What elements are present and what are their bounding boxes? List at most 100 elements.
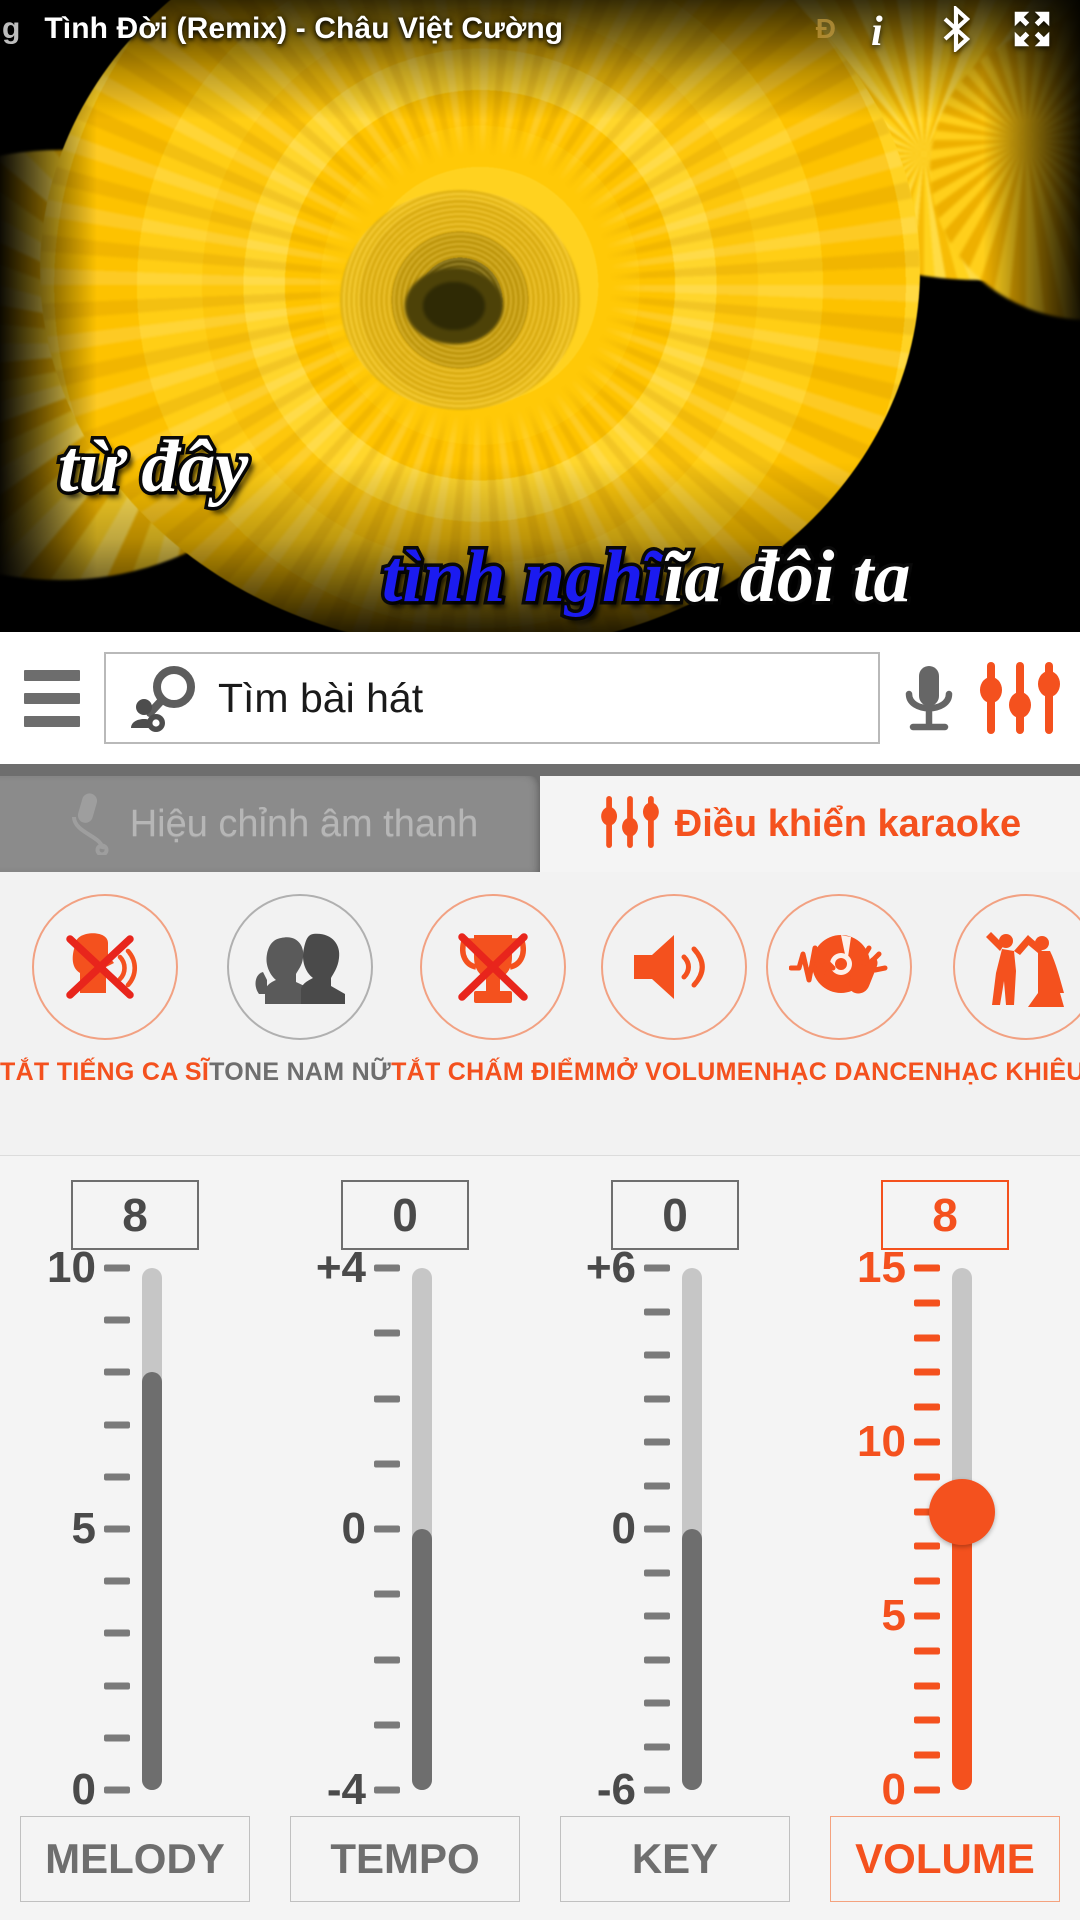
slider-key-tick xyxy=(644,1699,670,1707)
slider-tempo-track[interactable] xyxy=(412,1268,432,1790)
slider-tempo-value[interactable]: 0 xyxy=(341,1180,469,1250)
feature-disable-scoring-label: TẮT CHẤM ĐIỂM xyxy=(391,1058,595,1086)
slider-key-tick xyxy=(644,1786,670,1794)
slider-key: 0 +6 0 -6 KEY xyxy=(540,1156,810,1920)
hamburger-bar-3 xyxy=(24,715,80,727)
slider-melody-value[interactable]: 8 xyxy=(71,1180,199,1250)
microphone-icon[interactable] xyxy=(892,660,966,736)
slider-melody-tick xyxy=(104,1734,130,1742)
search-input[interactable]: Tìm bài hát xyxy=(104,652,880,744)
slider-key-tick xyxy=(644,1395,670,1402)
feature-ballroom-music[interactable]: NHẠC KHIÊU VŨ xyxy=(925,894,1080,1087)
slider-melody-track-wrap[interactable]: 10 5 0 xyxy=(0,1243,270,1814)
tab-audio-tuning-label: Hiệu chỉnh âm thanh xyxy=(129,802,479,845)
search-person-icon xyxy=(128,662,204,734)
slider-volume-track-wrap[interactable]: 15 10 5 0 xyxy=(810,1243,1080,1814)
slider-melody-tick xyxy=(104,1577,130,1585)
slider-volume-tick xyxy=(914,1438,940,1446)
slider-tempo-tick-label: -4 xyxy=(326,1765,366,1814)
video-lyric-area[interactable]: g Tình Đời (Remix) - Châu Việt Cường Đ i xyxy=(0,0,1080,632)
trophy-off-icon xyxy=(420,894,566,1040)
slider-key-tick xyxy=(644,1743,670,1750)
slider-volume-tick xyxy=(914,1368,940,1376)
hamburger-menu-icon[interactable] xyxy=(4,669,100,727)
slider-melody-tick xyxy=(104,1786,130,1794)
slider-melody-track[interactable] xyxy=(142,1268,162,1790)
slider-tempo-tick xyxy=(374,1329,400,1337)
feature-mute-singer[interactable]: TẮT TIẾNG CA SĨ xyxy=(0,894,209,1087)
slider-melody-tick xyxy=(104,1421,130,1429)
slider-volume-tick xyxy=(914,1473,940,1481)
slider-tempo-tick-label: 0 xyxy=(341,1504,366,1553)
slider-volume-button[interactable]: VOLUME xyxy=(830,1816,1060,1902)
video-top-bar: g Tình Đời (Remix) - Châu Việt Cường Đ i xyxy=(0,0,1080,58)
slider-volume-tick xyxy=(914,1577,940,1585)
slider-melody-button[interactable]: MELODY xyxy=(20,1816,250,1902)
info-icon[interactable]: i xyxy=(860,7,900,51)
slider-volume-fill xyxy=(952,1511,972,1790)
slider-key-track-wrap[interactable]: +6 0 -6 xyxy=(540,1243,810,1814)
tab-audio-tuning[interactable]: Hiệu chỉnh âm thanh xyxy=(0,776,540,872)
slider-key-tick xyxy=(644,1482,670,1489)
slider-tempo-fill xyxy=(412,1529,432,1790)
slider-tempo: 0 +4 0 -4 TEMPO xyxy=(270,1156,540,1920)
feature-open-volume[interactable]: MỞ VOLUME xyxy=(595,894,754,1087)
tab-karaoke-control[interactable]: Điều khiển karaoke xyxy=(540,776,1080,872)
slider-volume-tick xyxy=(914,1403,940,1411)
top-bar-icons: Đ i xyxy=(815,6,1080,52)
slider-key-value[interactable]: 0 xyxy=(611,1180,739,1250)
dance-disc-icon xyxy=(766,894,913,1040)
slider-volume-tick xyxy=(914,1264,940,1272)
title-prefix: g xyxy=(2,12,21,45)
search-bar: Tìm bài hát xyxy=(0,632,1080,764)
slider-melody: 8 10 5 0 MELODY xyxy=(0,1156,270,1920)
hamburger-bar-1 xyxy=(24,669,80,681)
slider-key-tick xyxy=(644,1569,670,1576)
slider-key-tick xyxy=(644,1351,670,1359)
slider-volume-tick xyxy=(914,1542,940,1550)
feature-tone-gender[interactable]: TONE NAM NỮ xyxy=(209,894,391,1087)
ballroom-dancers-icon xyxy=(953,894,1080,1040)
feature-disable-scoring[interactable]: TẮT CHẤM ĐIỂM xyxy=(391,894,595,1087)
slider-key-tick-label: +6 xyxy=(585,1243,636,1292)
slider-key-button[interactable]: KEY xyxy=(560,1816,790,1902)
tab-karaoke-control-label: Điều khiển karaoke xyxy=(674,802,1022,845)
slider-panel: 8 10 5 0 MELODY 0 +4 0 -4 TEMPO 0 +6 0 -6 KEY xyxy=(0,1156,1080,1920)
slider-melody-tick xyxy=(104,1316,130,1324)
lyric-line-previous: từ đây xyxy=(54,426,251,508)
slider-key-tick xyxy=(644,1612,670,1620)
equalizer-icon[interactable] xyxy=(966,660,1074,736)
bluetooth-icon[interactable] xyxy=(936,6,976,52)
speaker-on-icon xyxy=(601,894,748,1040)
fullscreen-icon[interactable] xyxy=(1012,7,1052,51)
slider-tempo-tick xyxy=(374,1721,400,1729)
slider-tempo-tick xyxy=(374,1460,400,1468)
slider-volume-tick xyxy=(914,1786,940,1794)
slider-tempo-scale: +4 0 -4 xyxy=(270,1243,400,1814)
slider-tempo-tick xyxy=(374,1395,400,1402)
slider-volume-thumb[interactable] xyxy=(929,1478,995,1545)
lyric-sung-portion: tình nghĩ xyxy=(379,536,668,618)
slider-volume: 8 15 10 5 0 VOLUME xyxy=(810,1156,1080,1920)
slider-tempo-track-wrap[interactable]: +4 0 -4 xyxy=(270,1243,540,1814)
feature-dance-music[interactable]: NHẠC DANCE xyxy=(754,894,925,1087)
slider-key-tick-label: 0 xyxy=(611,1504,636,1553)
slider-melody-tick-label: 10 xyxy=(47,1243,96,1292)
slider-melody-tick xyxy=(104,1682,130,1690)
slider-volume-track[interactable] xyxy=(929,1268,995,1790)
slider-melody-tick xyxy=(104,1473,130,1481)
male-female-heads-icon xyxy=(227,894,374,1040)
slider-volume-tick xyxy=(914,1751,940,1759)
feature-dance-music-label: NHẠC DANCE xyxy=(753,1058,925,1086)
slider-tempo-button[interactable]: TEMPO xyxy=(290,1816,520,1902)
slider-melody-tick xyxy=(104,1629,130,1637)
slider-volume-tick xyxy=(914,1682,940,1690)
slider-key-track[interactable] xyxy=(682,1268,702,1790)
slider-melody-tick xyxy=(104,1368,130,1376)
watermark-glyph: Đ xyxy=(815,13,836,44)
slider-melody-scale: 10 5 0 xyxy=(0,1243,130,1814)
slider-key-tick-label: -6 xyxy=(596,1765,636,1814)
hamburger-bar-2 xyxy=(24,692,80,704)
slider-key-tick xyxy=(644,1438,670,1446)
slider-volume-value[interactable]: 8 xyxy=(881,1180,1009,1250)
